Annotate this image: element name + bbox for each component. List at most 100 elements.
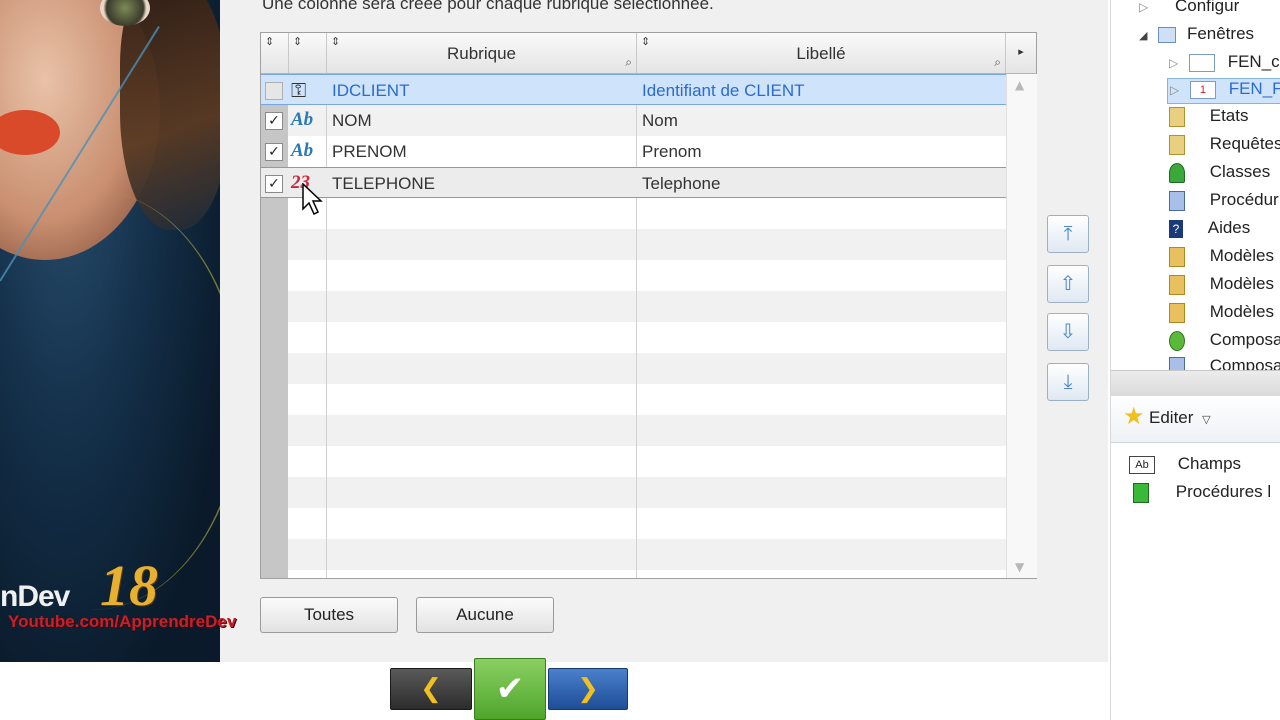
template-icon xyxy=(1169,302,1185,323)
tree-label: Modèles xyxy=(1209,274,1274,293)
tree-item-components-1[interactable]: Composa xyxy=(1169,330,1280,351)
checkmark-icon: ✔ xyxy=(495,669,525,709)
procedure-icon xyxy=(1169,190,1185,211)
vertical-scrollbar[interactable]: ▲ ▼ xyxy=(1006,74,1037,578)
next-button[interactable]: ❯ xyxy=(548,668,628,710)
tree-item-procedures[interactable]: Procédur xyxy=(1169,190,1279,211)
product-version-logo: 18 xyxy=(100,553,158,618)
select-none-button[interactable]: Aucune xyxy=(416,597,554,633)
column-label: Rubrique xyxy=(447,44,516,63)
tree-label: Procédur xyxy=(1209,190,1279,209)
report-icon xyxy=(1169,106,1185,127)
column-header-check[interactable]: ⇕ xyxy=(261,33,289,73)
tree-item-templates-1[interactable]: Modèles xyxy=(1169,246,1274,267)
sort-icon[interactable]: ⇕ xyxy=(265,35,274,48)
mouse-cursor-icon xyxy=(302,183,323,216)
scroll-down-icon[interactable]: ▼ xyxy=(1015,560,1024,574)
select-all-button[interactable]: Toutes xyxy=(260,597,398,633)
tree-item-fields[interactable]: Ab Champs xyxy=(1129,454,1241,474)
column-header-icon[interactable]: ⇕ xyxy=(289,33,327,73)
scroll-right-icon[interactable]: ▸ xyxy=(1006,33,1036,73)
sort-icon[interactable]: ⇕ xyxy=(293,35,302,48)
tree-item-templates-2[interactable]: Modèles xyxy=(1169,274,1274,295)
column-header-libelle[interactable]: ⇕ Libellé ⌕ xyxy=(637,33,1006,73)
rubrique-cell: IDCLIENT xyxy=(332,81,410,100)
tree-item-config[interactable]: ▷ Configur xyxy=(1139,0,1239,16)
search-icon[interactable]: ⌕ xyxy=(994,55,1001,70)
tree-item-window-2[interactable]: ▷ 1 FEN_F xyxy=(1167,78,1280,104)
fields-table: ⇕ ⇕ ⇕ Rubrique ⌕ ⇕ Libellé ⌕ ▸ ⚿ IDCLIEN… xyxy=(260,32,1037,579)
panel-splitter[interactable] xyxy=(1111,370,1280,397)
select-none-label: Aucune xyxy=(456,605,514,624)
component-icon xyxy=(1169,356,1185,370)
back-arrow-icon: ❮ xyxy=(420,674,442,704)
tree-label: Classes xyxy=(1209,162,1271,181)
youtube-watermark: Youtube.com/ApprendreDev xyxy=(8,612,237,631)
chevron-down-icon[interactable]: ▽ xyxy=(1202,414,1210,426)
folder-icon xyxy=(1158,26,1177,43)
tree-item-components-2[interactable]: Composa xyxy=(1169,356,1280,370)
libelle-cell: Telephone xyxy=(642,174,721,193)
expand-icon[interactable]: ▷ xyxy=(1170,83,1179,97)
select-all-label: Toutes xyxy=(303,605,355,624)
move-bottom-button[interactable]: ⤓ xyxy=(1047,363,1089,401)
tree-label: Configur xyxy=(1174,0,1240,15)
tree-item-templates-3[interactable]: Modèles xyxy=(1169,302,1274,323)
collapse-icon[interactable]: ◢ xyxy=(1139,30,1147,42)
edit-menu-button[interactable]: Editer ▽ xyxy=(1149,408,1211,428)
edit-toolbar: ★ Editer ▽ xyxy=(1111,396,1280,443)
move-top-button[interactable]: ⤒ xyxy=(1047,215,1089,253)
banner-curve xyxy=(0,190,220,610)
tree-item-queries[interactable]: Requêtes xyxy=(1169,134,1280,155)
procedure-icon xyxy=(1133,482,1149,503)
text-field-icon: Ab xyxy=(291,109,314,130)
tree-label: FEN_c xyxy=(1227,52,1280,71)
tree-label: Composa xyxy=(1209,356,1280,370)
template-icon xyxy=(1169,274,1185,295)
move-down-button[interactable]: ⇩ xyxy=(1047,313,1089,351)
key-icon: ⚿ xyxy=(291,78,307,102)
tree-label: Champs xyxy=(1177,454,1242,473)
expand-icon[interactable]: ▷ xyxy=(1169,56,1178,70)
libelle-cell: Nom xyxy=(642,111,678,130)
tree-label: Etats xyxy=(1209,106,1249,125)
table-row[interactable]: ✓ Ab NOM Nom xyxy=(261,105,1006,136)
rubrique-cell: NOM xyxy=(332,111,372,130)
component-icon xyxy=(1169,330,1185,351)
table-row[interactable]: ✓ 23 TELEPHONE Telephone xyxy=(261,167,1006,198)
column-label: Libellé xyxy=(796,44,846,63)
tree-item-help[interactable]: ? Aides xyxy=(1169,218,1250,238)
column-header-rubrique[interactable]: ⇕ Rubrique ⌕ xyxy=(327,33,637,73)
expand-icon[interactable]: ▷ xyxy=(1139,0,1148,14)
edit-label: Editer xyxy=(1149,408,1194,427)
tree-item-windows[interactable]: ◢ Fenêtres xyxy=(1139,24,1254,44)
row-checkbox[interactable]: ✓ xyxy=(265,112,283,130)
tree-item-window-1[interactable]: ▷ FEN_c xyxy=(1169,52,1280,72)
text-field-icon: Ab xyxy=(291,140,314,161)
table-row[interactable]: ⚿ IDCLIENT Identifiant de CLIENT xyxy=(261,74,1006,105)
tree-label: Fenêtres xyxy=(1186,24,1255,43)
tree-label: Requêtes xyxy=(1209,134,1280,153)
tree-item-local-procedures[interactable]: Procédures l xyxy=(1133,482,1271,503)
field-selection-dialog: Une colonne sera créée pour chaque rubri… xyxy=(220,0,1108,662)
validate-button[interactable]: ✔ xyxy=(474,658,546,720)
window-icon xyxy=(1188,53,1215,72)
scroll-up-icon[interactable]: ▲ xyxy=(1015,78,1024,92)
banner-hair xyxy=(120,0,220,230)
tree-item-classes[interactable]: Classes xyxy=(1169,162,1270,183)
move-bottom-icon: ⤓ xyxy=(1063,369,1073,393)
row-checkbox[interactable]: ✓ xyxy=(265,143,283,161)
libelle-cell: Identifiant de CLIENT xyxy=(642,81,805,100)
search-icon[interactable]: ⌕ xyxy=(625,55,632,70)
rubrique-cell: TELEPHONE xyxy=(332,174,435,193)
tree-label: Aides xyxy=(1207,218,1251,237)
table-row[interactable]: ✓ Ab PRENOM Prenom xyxy=(261,136,1006,167)
next-arrow-icon: ❯ xyxy=(577,674,599,704)
row-checkbox[interactable] xyxy=(265,82,283,100)
project-explorer: ▷ Configur ◢ Fenêtres ▷ FEN_c ▷ 1 FEN_F … xyxy=(1110,0,1280,720)
row-checkbox[interactable]: ✓ xyxy=(265,175,283,193)
star-icon: ★ xyxy=(1123,402,1145,430)
tree-item-reports[interactable]: Etats xyxy=(1169,106,1248,127)
back-button[interactable]: ❮ xyxy=(390,668,472,710)
move-up-button[interactable]: ⇧ xyxy=(1047,265,1089,303)
